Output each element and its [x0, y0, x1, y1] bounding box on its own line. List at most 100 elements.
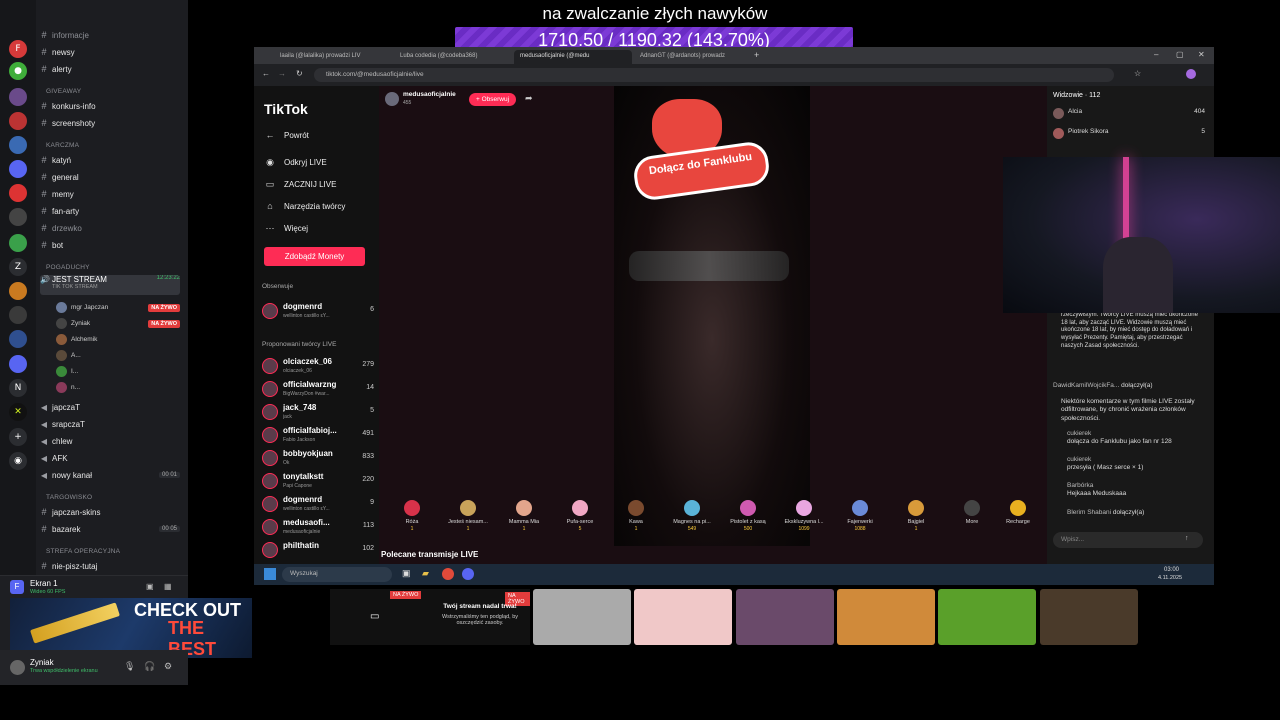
channel-nie-pisz-tutaj[interactable]: # nie-pisz-tutaj	[40, 559, 180, 573]
stream-tile[interactable]	[938, 589, 1036, 645]
channel-bot[interactable]: # bot	[40, 238, 180, 252]
stream-tile[interactable]	[837, 589, 935, 645]
nav-start-live[interactable]: ▭ ZACZNIJ LIVE	[264, 179, 337, 190]
server-icon[interactable]	[9, 136, 27, 154]
viewers-header[interactable]: Widzowie · 112	[1053, 92, 1100, 99]
viewer-row[interactable]: Piotrek Sikora 5	[1053, 128, 1205, 139]
folder-icon[interactable]: ▰	[422, 568, 429, 579]
channel-alerty[interactable]: # alerty	[40, 62, 180, 76]
browser-tab[interactable]: laaila (@lalalika) prowadzi LIV	[274, 50, 392, 64]
creator-item[interactable]: olciaczek_06 olciaczek_06 279	[262, 356, 374, 378]
server-icon[interactable]	[9, 355, 27, 373]
channel-informacje[interactable]: # informacje	[40, 28, 180, 42]
voice-user[interactable]: n...	[56, 382, 180, 393]
channel-drzewko[interactable]: # drzewko	[40, 221, 180, 235]
voice-user[interactable]: A...	[56, 350, 180, 361]
nav-creator-tools[interactable]: ⌂ Narzędzia twórcy	[264, 201, 345, 211]
gift-item[interactable]: Fajerwerki 1088	[832, 496, 888, 532]
profile-icon[interactable]	[1186, 69, 1196, 79]
gift-item[interactable]: Ekskluzywna l... 1099	[776, 496, 832, 532]
avatar[interactable]	[10, 660, 25, 675]
creator-item[interactable]: dogmenrd wellinton castillo ɛY... 9	[262, 494, 374, 516]
creator-item[interactable]: officialfabioj... Fabio Jackson 491	[262, 425, 374, 447]
stream-paused-tile[interactable]: NA ŻYWO NA ŻYWO ▭ Twój stream nadal trwa…	[330, 589, 530, 645]
channel-konkurs-info[interactable]: # konkurs-info	[40, 99, 180, 113]
server-icon[interactable]: N	[9, 379, 27, 397]
gift-item[interactable]: Kawa 1	[608, 496, 664, 532]
creator-item[interactable]: philthatin 102	[262, 540, 374, 562]
nav-discover-live[interactable]: ◉ Odkryj LIVE	[264, 157, 327, 168]
gift-item[interactable]: Bajgiel 1	[888, 496, 944, 532]
server-icon[interactable]	[9, 330, 27, 348]
chrome-icon[interactable]	[442, 568, 454, 580]
server-icon[interactable]	[9, 160, 27, 178]
server-icon[interactable]	[9, 234, 27, 252]
avatar[interactable]	[385, 92, 399, 106]
server-icon[interactable]: ✕	[9, 403, 27, 421]
server-icon[interactable]: F	[9, 40, 27, 58]
headphones-icon[interactable]: 🎧	[144, 661, 155, 672]
tiktok-logo[interactable]: TikTok	[264, 101, 308, 117]
channel-screenshoty[interactable]: # screenshoty	[40, 116, 180, 130]
close-icon[interactable]: ✕	[1198, 50, 1205, 59]
discord-icon[interactable]	[462, 568, 474, 580]
stream-tile[interactable]	[736, 589, 834, 645]
gift-item[interactable]: Mamma Mia 1	[496, 496, 552, 532]
live-video[interactable]: Dołącz do Fanklubu	[614, 86, 810, 546]
taskview-icon[interactable]: ▣	[402, 568, 411, 579]
minimize-icon[interactable]: –	[1154, 50, 1158, 59]
channel-fan-arty[interactable]: # fan-arty	[40, 204, 180, 218]
gift-item[interactable]: Jesteś niesam... 1	[440, 496, 496, 532]
channel-newsy[interactable]: # newsy	[40, 45, 180, 59]
discover-icon[interactable]: ◉	[9, 452, 27, 470]
creator-item[interactable]: tonytalkstt Papi Capone 220	[262, 471, 374, 493]
voice-channel-nowy-kanal[interactable]: ◀ nowy kanał 00 01	[40, 468, 180, 482]
creator-item[interactable]: dogmenrd wellinton castillo ɛY... 6	[262, 301, 374, 323]
voice-user[interactable]: Alchemik	[56, 334, 180, 345]
ad-banner[interactable]: CHECK OUT THE BEST	[10, 598, 252, 659]
url-field[interactable]: tiktok.com/@medusaoficjalnie/live	[314, 68, 1114, 82]
add-server-icon[interactable]: +	[9, 428, 27, 446]
mic-icon[interactable]: 🎙	[124, 661, 135, 672]
browser-tab[interactable]: AdnanGT (@ardanots) prowadz	[634, 50, 752, 64]
maximize-icon[interactable]: ▢	[1176, 50, 1184, 59]
gift-item[interactable]: Pufa-serce 5	[552, 496, 608, 532]
nav-back[interactable]: ← Powrót	[264, 130, 309, 140]
windows-icon[interactable]	[264, 568, 276, 580]
forward-icon[interactable]: →	[278, 69, 286, 78]
share-icon[interactable]: ➦	[525, 93, 533, 104]
channel-katyn[interactable]: # katyń	[40, 153, 180, 167]
taskbar-time[interactable]: 03:00	[1164, 567, 1179, 573]
category-pogaduchy[interactable]: POGADUCHY	[46, 264, 90, 271]
bookmark-icon[interactable]: ☆	[1134, 69, 1141, 78]
creator-item[interactable]: officialwarzng BigWarzyDon #war... 14	[262, 379, 374, 401]
send-icon[interactable]: ↑	[1185, 535, 1189, 542]
voice-channel-jest-stream[interactable]: 🔊 JEST STREAM TIK TOK STREAM 12:23:22	[40, 275, 180, 295]
fanclub-sticker[interactable]: Dołącz do Fanklubu	[631, 91, 784, 206]
get-coins-button[interactable]: Zdobądź Monety	[264, 247, 365, 266]
voice-channel-japczat[interactable]: ◀ japczaT	[40, 400, 180, 414]
creator-item[interactable]: medusaofi... medusaoficjalnie 113	[262, 517, 374, 539]
server-icon[interactable]	[9, 112, 27, 130]
creator-item[interactable]: jack_748 jack 5	[262, 402, 374, 424]
grid-icon[interactable]: ▦	[164, 582, 172, 591]
taskbar-search[interactable]: Wyszukaj	[282, 567, 392, 582]
recharge-button[interactable]: Recharge	[990, 496, 1046, 525]
follow-button[interactable]: + Obserwuj	[469, 93, 517, 106]
server-icon[interactable]	[9, 306, 27, 324]
channel-general[interactable]: # general	[40, 170, 180, 184]
category-strefa[interactable]: STREFA OPERACYJNA	[46, 548, 120, 555]
category-targowisko[interactable]: TARGOWISKO	[46, 494, 92, 501]
voice-channel-srapczat[interactable]: ◀ srapczaT	[40, 417, 180, 431]
server-icon[interactable]	[9, 184, 27, 202]
creator-item[interactable]: bobbyokjuan Ok 833	[262, 448, 374, 470]
category-karczma[interactable]: KARCZMA	[46, 142, 79, 149]
browser-tab[interactable]: Luba codedia (@codeba368)	[394, 50, 512, 64]
voice-user[interactable]: mgr Japczan NA ŻYWO	[56, 302, 180, 313]
stream-tile[interactable]	[1040, 589, 1138, 645]
taskbar-date[interactable]: 4.11.2025	[1158, 575, 1182, 581]
voice-user[interactable]: I...	[56, 366, 180, 377]
stream-tile[interactable]	[634, 589, 732, 645]
streamer-name[interactable]: medusaoficjalnie	[403, 91, 456, 98]
reload-icon[interactable]: ↻	[296, 69, 303, 78]
